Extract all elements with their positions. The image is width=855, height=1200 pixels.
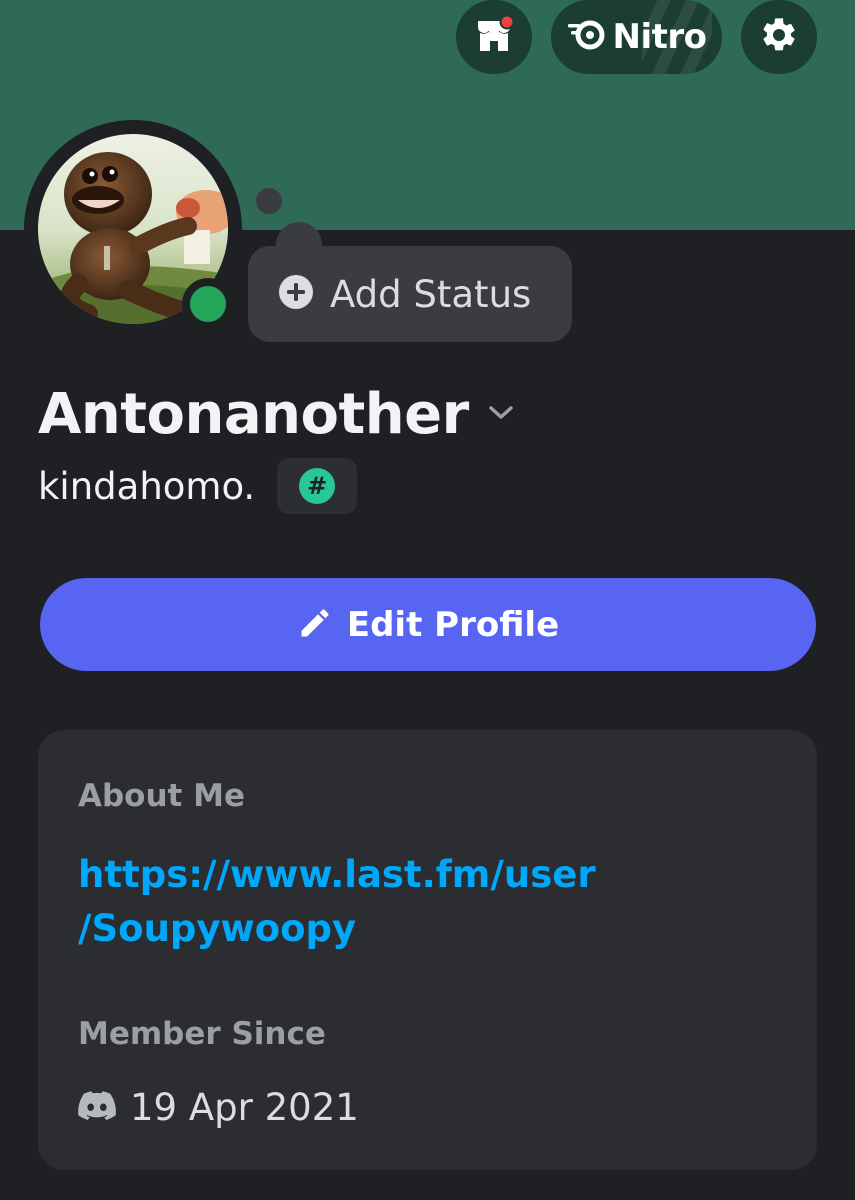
edit-profile-label: Edit Profile [346, 604, 560, 645]
add-circle-icon [278, 274, 314, 314]
hashtag-icon: # [299, 468, 336, 504]
settings-button[interactable] [741, 0, 817, 74]
tag-badge[interactable]: # [277, 458, 358, 514]
profile-info-card: About Me https://www.last.fm/user /Soupy… [38, 730, 817, 1170]
shop-button[interactable] [456, 0, 532, 74]
edit-profile-button[interactable]: Edit Profile [40, 578, 816, 671]
nitro-icon [567, 18, 607, 56]
member-since-row: 19 Apr 2021 [78, 1086, 359, 1129]
about-me-link-line1: https://www.last.fm/user [78, 853, 596, 896]
about-me-link[interactable]: https://www.last.fm/user /Soupywoopy [78, 848, 596, 956]
about-me-title: About Me [78, 778, 246, 814]
add-status-button[interactable]: Add Status [248, 246, 572, 342]
username: kindahomo. [38, 464, 256, 508]
display-name-row[interactable]: Antonanother [38, 382, 515, 447]
discord-icon [78, 1090, 116, 1125]
display-name: Antonanother [38, 382, 469, 447]
username-row: kindahomo. # [38, 458, 358, 514]
thought-bubble-dot-small [256, 188, 282, 214]
nitro-button[interactable]: Nitro [551, 0, 722, 74]
pencil-icon [297, 605, 333, 645]
shop-icon [474, 14, 515, 59]
nitro-label: Nitro [612, 17, 708, 57]
add-status-label: Add Status [330, 272, 532, 316]
member-since-date: 19 Apr 2021 [130, 1086, 359, 1129]
chevron-down-icon[interactable] [487, 403, 515, 427]
gear-icon [759, 15, 799, 59]
online-status-indicator [190, 286, 226, 322]
member-since-title: Member Since [78, 1016, 326, 1052]
about-me-link-line2: /Soupywoopy [78, 907, 357, 950]
